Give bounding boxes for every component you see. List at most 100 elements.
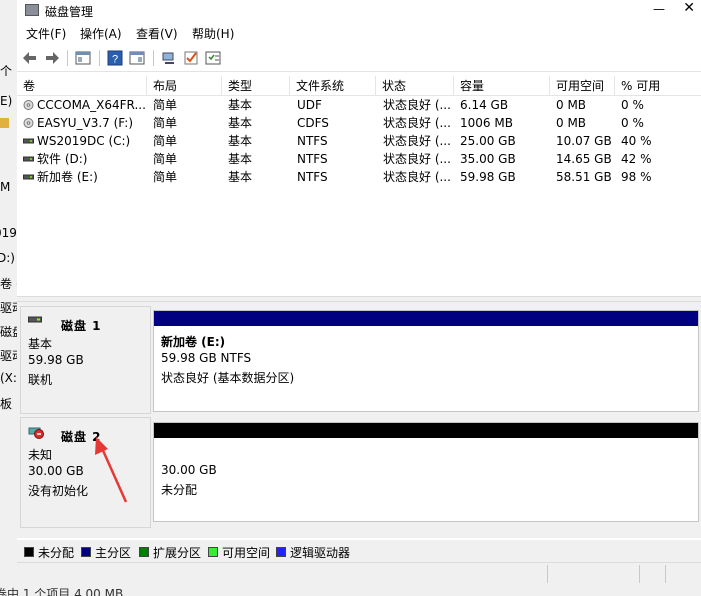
bg-text: 磁盘 — [0, 325, 17, 339]
legend-swatch-unallocated — [24, 547, 34, 557]
column-header-volume[interactable]: 卷 — [17, 76, 147, 96]
drive-icon — [23, 138, 34, 144]
check-icon[interactable] — [183, 50, 199, 66]
table-row[interactable]: 新加卷 (E:) 简单 基本 NTFS 状态良好 (... 59.98 GB 5… — [17, 168, 701, 186]
partition-color-bar — [154, 423, 698, 438]
volume-status: 状态良好 (... — [383, 152, 451, 166]
volume-capacity: 35.00 GB — [460, 152, 516, 166]
status-separator — [547, 565, 548, 583]
help-icon[interactable]: ? — [107, 50, 123, 66]
menu-action[interactable]: 操作(A) — [80, 25, 122, 42]
volume-type: 基本 — [228, 116, 253, 130]
unallocated-partition[interactable]: 30.00 GB 未分配 — [153, 422, 699, 522]
legend-label: 扩展分区 — [153, 546, 202, 560]
legend-swatch-logical-drive — [276, 547, 286, 557]
volume-layout: 简单 — [153, 170, 178, 184]
bg-text: M — [0, 180, 11, 194]
table-row[interactable]: CCCOMA_X64FR... 简单 基本 UDF 状态良好 (... 6.14… — [17, 96, 701, 114]
volume-name: EASYU_V3.7 (F:) — [37, 116, 134, 130]
disk-1-label[interactable]: 磁盘 1 基本 59.98 GB 联机 — [20, 306, 151, 414]
column-header-layout[interactable]: 布局 — [147, 76, 222, 96]
drive-icon — [23, 156, 34, 162]
volume-free-space: 0 MB — [556, 98, 587, 112]
volume-type: 基本 — [228, 152, 253, 166]
volume-percent-free: 42 % — [621, 152, 652, 166]
disk-size: 30.00 GB — [28, 464, 84, 478]
legend-label: 可用空间 — [222, 546, 271, 560]
volume-status: 状态良好 (... — [383, 98, 451, 112]
volume-capacity: 59.98 GB — [460, 170, 516, 184]
volume-percent-free: 0 % — [621, 98, 644, 112]
bg-text: 驱动 — [0, 349, 17, 363]
partition-status: 未分配 — [161, 483, 198, 497]
menu-help[interactable]: 帮助(H) — [192, 25, 234, 42]
volume-type: 基本 — [228, 98, 253, 112]
disk-2-label[interactable]: 磁盘 2 未知 30.00 GB 没有初始化 — [20, 417, 151, 528]
table-row[interactable]: EASYU_V3.7 (F:) 简单 基本 CDFS 状态良好 (... 100… — [17, 114, 701, 132]
bg-text: 卷 ( — [0, 277, 17, 291]
minimize-button[interactable]: — — [653, 2, 665, 16]
toolbar: ? — [17, 44, 701, 72]
console-tree-icon[interactable] — [75, 50, 91, 66]
volume-list: 卷 布局 类型 文件系统 状态 容量 可用空间 % 可用 CCCOMA_X64F… — [17, 76, 701, 296]
volume-name: 新加卷 (E:) — [37, 170, 98, 184]
volume-layout: 简单 — [153, 152, 178, 166]
volume-type: 基本 — [228, 134, 253, 148]
status-text: 卷中 1 个项目 4.00 MB — [0, 587, 124, 596]
back-arrow-icon[interactable] — [22, 50, 38, 66]
volume-percent-free: 98 % — [621, 170, 652, 184]
volume-capacity: 1006 MB — [460, 116, 513, 130]
disk-kind: 未知 — [28, 448, 53, 462]
menu-bar: 文件(F) 操作(A) 查看(V) 帮助(H) — [17, 22, 701, 44]
legend-swatch-primary — [81, 547, 91, 557]
partition-size: 30.00 GB — [161, 463, 217, 477]
close-button[interactable]: ✕ — [683, 0, 695, 16]
disk-name: 磁盘 2 — [61, 430, 102, 444]
volume-capacity: 6.14 GB — [460, 98, 509, 112]
column-header-capacity[interactable]: 容量 — [454, 76, 550, 96]
volume-free-space: 58.51 GB — [556, 170, 612, 184]
background-window-strip: 个 E) M 019 D:) 卷 ( 驱动 磁盘 驱动 (X: 板 — [0, 0, 17, 596]
volume-free-space: 14.65 GB — [556, 152, 612, 166]
list-view-icon[interactable] — [205, 50, 221, 66]
toolbar-separator — [153, 50, 154, 66]
column-header-status[interactable]: 状态 — [376, 76, 454, 96]
volume-free-space: 0 MB — [556, 116, 587, 130]
volume-name: WS2019DC (C:) — [37, 134, 131, 148]
volume-filesystem: CDFS — [297, 116, 329, 130]
volume-type: 基本 — [228, 170, 253, 184]
legend-swatch-extended — [139, 547, 149, 557]
table-row[interactable]: WS2019DC (C:) 简单 基本 NTFS 状态良好 (... 25.00… — [17, 132, 701, 150]
column-header-percent-free[interactable]: % 可用 — [615, 76, 701, 96]
volume-layout: 简单 — [153, 134, 178, 148]
forward-arrow-icon[interactable] — [44, 50, 60, 66]
window-title: 磁盘管理 — [45, 5, 94, 19]
column-header-type[interactable]: 类型 — [222, 76, 290, 96]
drive-icon — [23, 174, 34, 180]
menu-view[interactable]: 查看(V) — [136, 25, 178, 42]
disk-not-initialized-icon — [28, 427, 44, 439]
volume-percent-free: 40 % — [621, 134, 652, 148]
table-row[interactable]: 软件 (D:) 简单 基本 NTFS 状态良好 (... 35.00 GB 14… — [17, 150, 701, 168]
column-header-free-space[interactable]: 可用空间 — [550, 76, 615, 96]
volume-status: 状态良好 (... — [383, 116, 451, 130]
connect-icon[interactable] — [161, 50, 177, 66]
volume-free-space: 10.07 GB — [556, 134, 612, 148]
status-separator — [639, 565, 640, 583]
bg-text: (X: — [0, 371, 17, 385]
bg-text: 板 — [0, 397, 13, 411]
partition-size-fs: 59.98 GB NTFS — [161, 351, 252, 365]
bg-text: 019 — [0, 226, 17, 240]
status-bar: 卷中 1 个项目 4.00 MB — [0, 562, 701, 596]
column-header-filesystem[interactable]: 文件系统 — [290, 76, 376, 96]
disk-graphical-view: 磁盘 1 基本 59.98 GB 联机 新加卷 (E:) 59.98 GB NT… — [17, 302, 701, 538]
properties-icon[interactable] — [129, 50, 145, 66]
menu-file[interactable]: 文件(F) — [26, 25, 66, 42]
legend-label: 未分配 — [38, 546, 75, 560]
partition-e[interactable]: 新加卷 (E:) 59.98 GB NTFS 状态良好 (基本数据分区) — [153, 310, 699, 412]
disk-management-app-icon — [25, 4, 39, 16]
volume-filesystem: UDF — [297, 98, 322, 112]
toolbar-separator — [67, 50, 68, 66]
disk-size: 59.98 GB — [28, 353, 84, 367]
volume-percent-free: 0 % — [621, 116, 644, 130]
